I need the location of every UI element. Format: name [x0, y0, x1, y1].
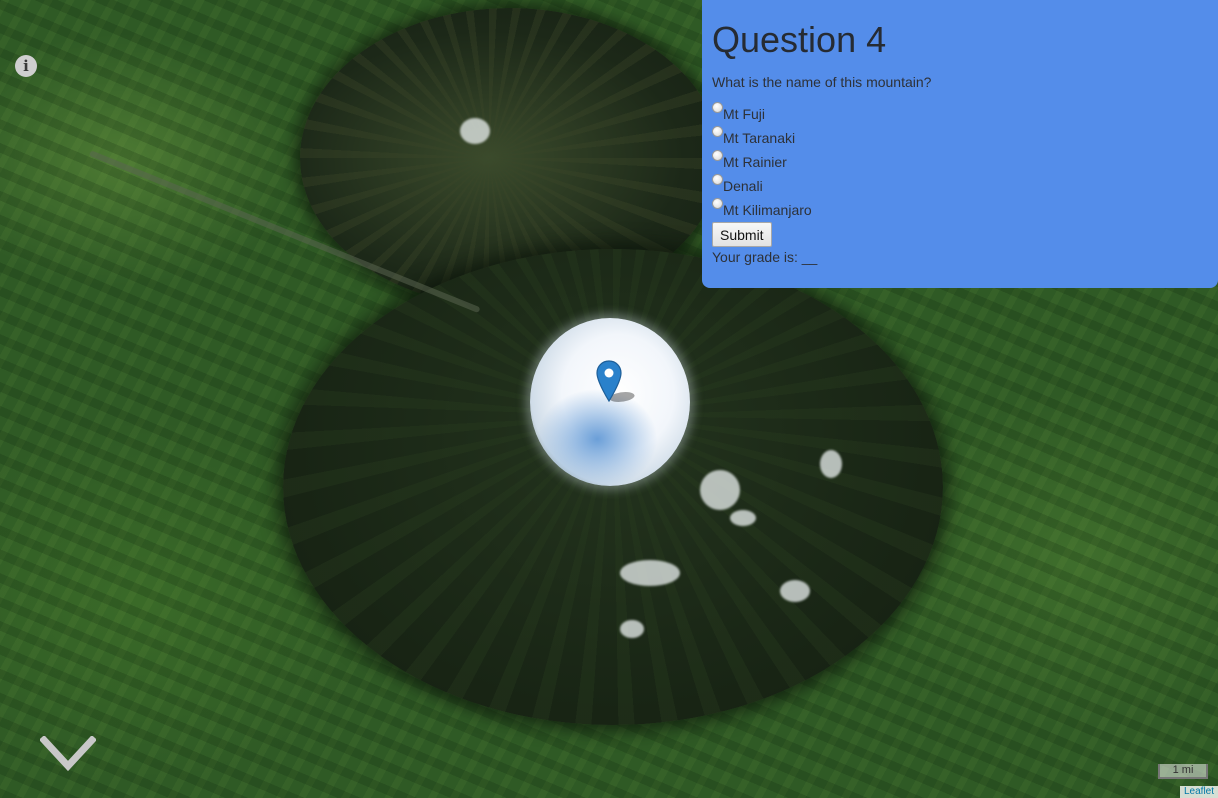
cloud: [780, 580, 810, 602]
quiz-panel: Question 4 What is the name of this moun…: [702, 0, 1218, 288]
submit-button[interactable]: Submit: [712, 222, 772, 247]
answer-options: Mt Fuji Mt Taranaki Mt Rainier Denali Mt…: [712, 102, 1208, 224]
option-label: Mt Rainier: [723, 154, 787, 170]
info-icon[interactable]: i: [15, 55, 37, 77]
radio-button[interactable]: [712, 198, 723, 209]
option-denali[interactable]: Denali: [712, 174, 1208, 200]
question-title: Question 4: [712, 19, 887, 60]
map-scale: 1 mi: [1158, 764, 1208, 779]
option-label: Mt Fuji: [723, 106, 765, 122]
option-label: Denali: [723, 178, 763, 194]
option-mt-fuji[interactable]: Mt Fuji: [712, 102, 1208, 128]
grade-text: Your grade is: __: [712, 249, 818, 265]
map-attribution: Leaflet: [1180, 786, 1218, 798]
cloud: [620, 560, 680, 586]
cloud: [730, 510, 756, 526]
chevron-down-icon[interactable]: [39, 735, 97, 772]
option-mt-kilimanjaro[interactable]: Mt Kilimanjaro: [712, 198, 1208, 224]
option-label: Mt Kilimanjaro: [723, 202, 812, 218]
map-marker-icon[interactable]: [596, 360, 622, 403]
option-mt-rainier[interactable]: Mt Rainier: [712, 150, 1208, 176]
radio-button[interactable]: [712, 126, 723, 137]
cloud: [700, 470, 740, 510]
cloud: [820, 450, 842, 478]
cloud: [620, 620, 644, 638]
radio-button[interactable]: [712, 150, 723, 161]
option-label: Mt Taranaki: [723, 130, 796, 146]
radio-button[interactable]: [712, 174, 723, 185]
cloud: [460, 118, 490, 144]
radio-button[interactable]: [712, 102, 723, 113]
question-text: What is the name of this mountain?: [712, 74, 932, 90]
option-mt-taranaki[interactable]: Mt Taranaki: [712, 126, 1208, 152]
leaflet-link[interactable]: Leaflet: [1184, 786, 1214, 797]
